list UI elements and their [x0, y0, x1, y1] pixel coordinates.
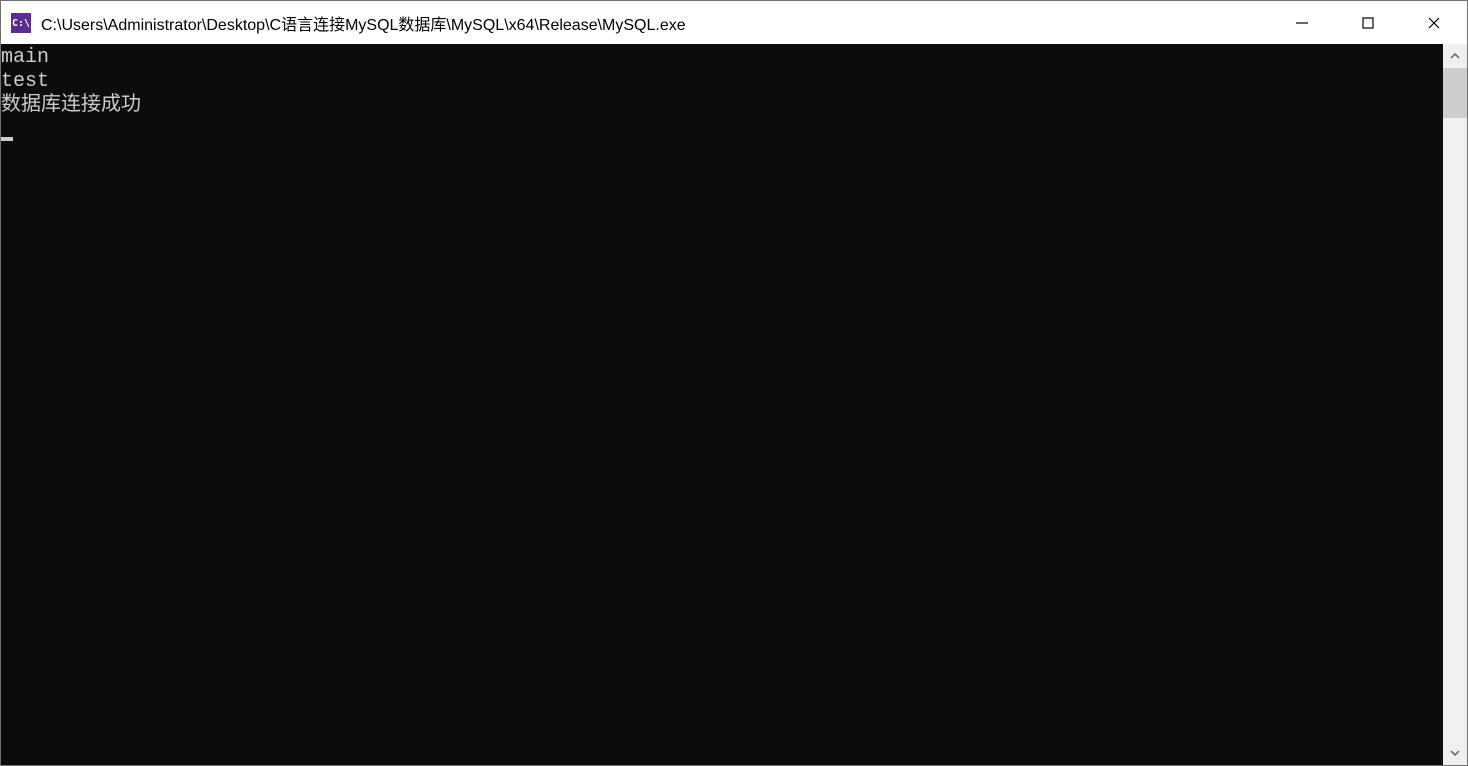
maximize-icon	[1361, 16, 1375, 30]
minimize-button[interactable]	[1269, 1, 1335, 45]
app-icon: C:\	[11, 13, 31, 33]
vertical-scrollbar[interactable]	[1443, 44, 1467, 765]
console-line: test	[1, 70, 1443, 94]
console-line: 数据库连接成功	[1, 94, 1443, 118]
scroll-track[interactable]	[1443, 68, 1467, 741]
console-output[interactable]: maintest数据库连接成功	[1, 44, 1443, 765]
close-icon	[1427, 16, 1441, 30]
app-icon-label: C:\	[12, 18, 30, 29]
minimize-icon	[1295, 16, 1309, 30]
scroll-up-button[interactable]	[1443, 44, 1467, 68]
cursor	[1, 137, 13, 141]
chevron-up-icon	[1450, 51, 1460, 61]
chevron-down-icon	[1450, 748, 1460, 758]
scroll-thumb[interactable]	[1443, 68, 1467, 118]
console-line: main	[1, 46, 1443, 70]
maximize-button[interactable]	[1335, 1, 1401, 45]
close-button[interactable]	[1401, 1, 1467, 45]
window-controls	[1269, 1, 1467, 45]
titlebar: C:\ C:\Users\Administrator\Desktop\C语言连接…	[1, 1, 1467, 45]
window-title: C:\Users\Administrator\Desktop\C语言连接MySQ…	[41, 11, 686, 35]
scroll-down-button[interactable]	[1443, 741, 1467, 765]
console-area: maintest数据库连接成功	[1, 44, 1467, 765]
